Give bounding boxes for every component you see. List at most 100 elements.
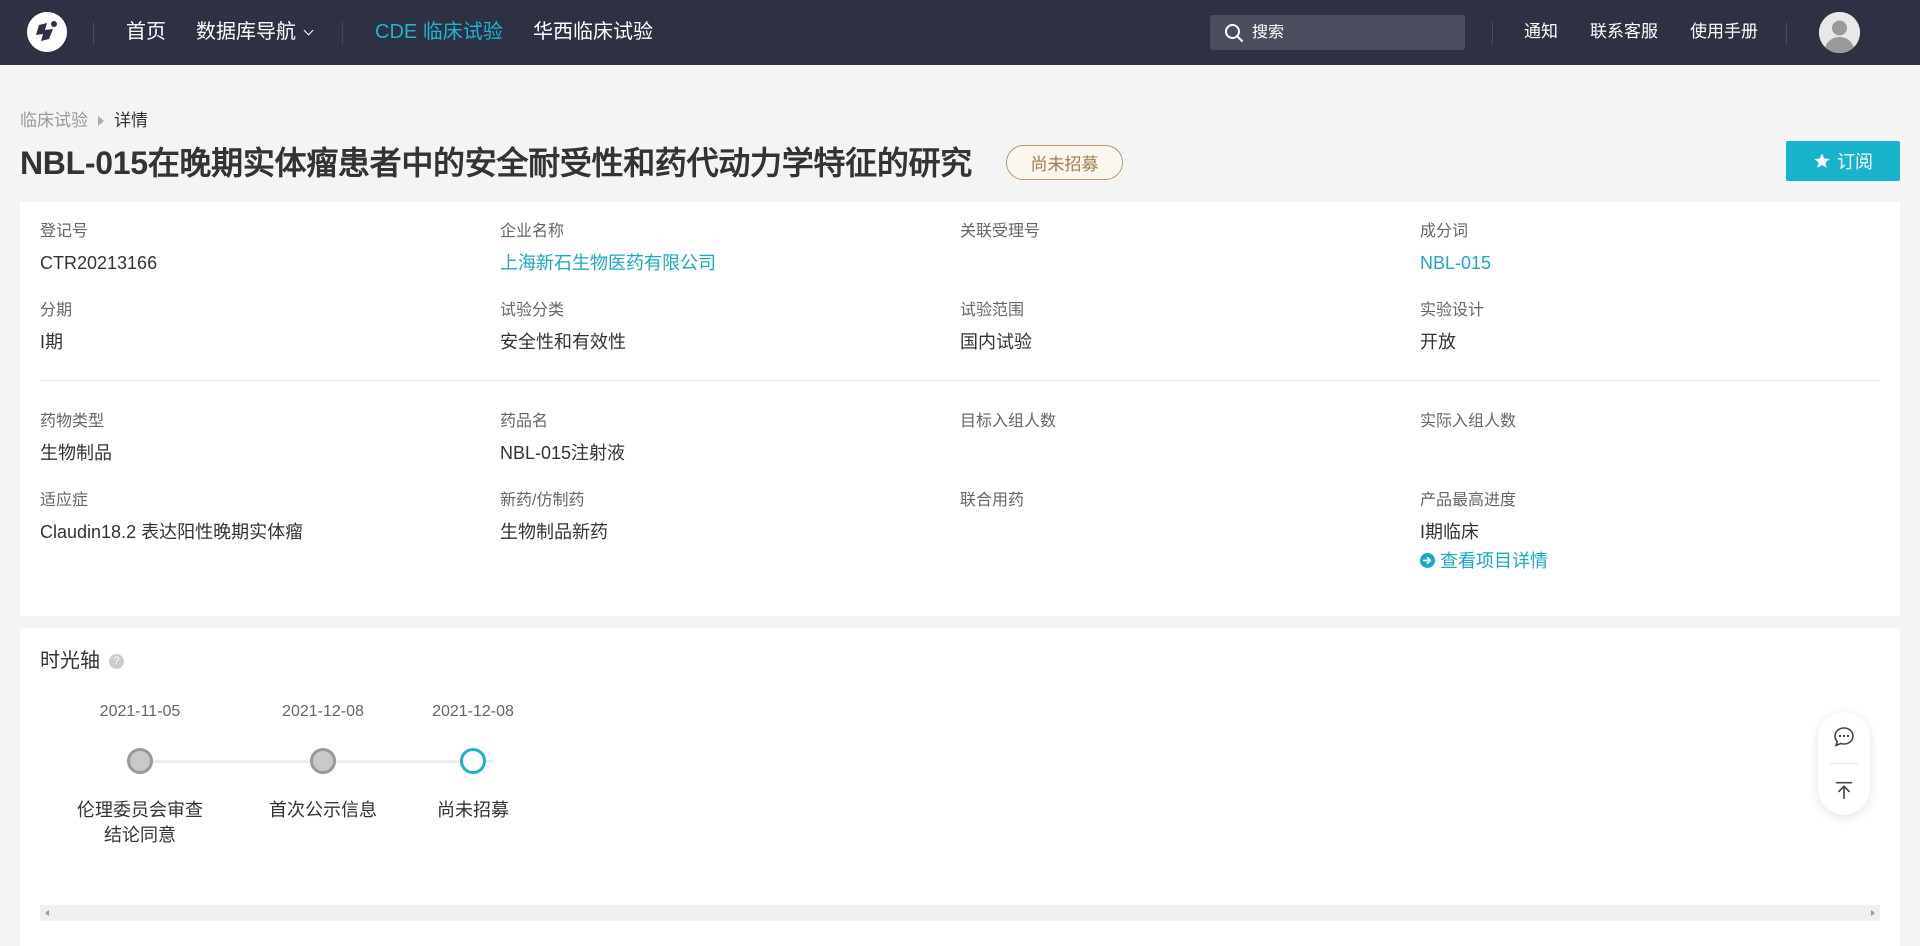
toolbar-divider: [1830, 763, 1858, 764]
field-target-enroll: 目标入组人数: [960, 412, 1056, 442]
timeline-node[interactable]: [310, 748, 336, 774]
field-label: 分期: [40, 302, 73, 319]
timeline-label: 首次公示信息: [248, 798, 398, 823]
timeline-label-line: 结论同意: [104, 825, 176, 845]
field-drug-name: 药品名 NBL-015注射液: [500, 412, 625, 464]
timeline-date: 2021-12-08: [282, 703, 364, 720]
field-trial-type: 试验分类 安全性和有效性: [500, 301, 626, 353]
field-value: I期: [40, 332, 64, 352]
field-combo: 联合用药: [960, 491, 1024, 521]
top-nav: 首页 数据库导航 CDE 临床试验 华西临床试验 通知 联系客服 使用手册: [0, 0, 1920, 65]
nav-divider: [342, 22, 343, 44]
back-to-top-icon: [1835, 781, 1853, 800]
field-label: 登记号: [40, 223, 89, 240]
field-value: 生物制品: [40, 443, 112, 463]
user-avatar-icon[interactable]: [1819, 12, 1860, 53]
view-project-detail-label: 查看项目详情: [1440, 551, 1548, 571]
section-divider: [40, 380, 1880, 381]
field-indication: 适应症 Claudin18.2 表达阳性晚期实体瘤: [40, 491, 303, 543]
breadcrumb-current: 详情: [114, 111, 148, 130]
field-label: 企业名称: [500, 223, 565, 240]
field-value: 国内试验: [960, 332, 1032, 352]
breadcrumb: 临床试验 详情: [20, 110, 148, 132]
field-design: 实验设计 开放: [1420, 301, 1484, 353]
field-label: 药物类型: [40, 413, 105, 430]
scroll-right-icon[interactable]: [1871, 910, 1875, 916]
field-actual-enroll: 实际入组人数: [1420, 412, 1516, 442]
nav-notifications[interactable]: 通知: [1524, 21, 1558, 43]
field-value: 安全性和有效性: [500, 332, 626, 352]
field-label: 实际入组人数: [1420, 413, 1517, 430]
field-max-progress: 产品最高进度 I期临床 查看项目详情: [1420, 491, 1548, 573]
floating-toolbar: [1818, 712, 1870, 815]
help-icon[interactable]: ?: [109, 653, 124, 669]
nav-database-label: 数据库导航: [196, 21, 296, 43]
field-label: 成分词: [1420, 223, 1469, 240]
nav-divider: [93, 22, 94, 44]
nav-divider: [1492, 22, 1493, 44]
star-icon: [1814, 153, 1830, 168]
field-value: 开放: [1420, 332, 1456, 352]
search-box[interactable]: [1210, 15, 1465, 50]
field-label: 新药/仿制药: [500, 492, 585, 509]
field-label: 试验范围: [960, 302, 1025, 319]
company-link[interactable]: 上海新石生物医药有限公司: [500, 252, 716, 274]
logo-icon[interactable]: [27, 12, 67, 52]
timeline-label-line: 首次公示信息: [269, 800, 377, 820]
field-phase: 分期 I期: [40, 301, 72, 353]
nav-cde-trials[interactable]: CDE 临床试验: [375, 19, 503, 45]
field-reg-no: 登记号 CTR20213166: [40, 222, 157, 274]
back-to-top-button[interactable]: [1818, 765, 1870, 815]
field-drug-type: 药物类型 生物制品: [40, 412, 112, 464]
timeline-date: 2021-11-05: [99, 703, 181, 720]
chat-icon: [1834, 727, 1854, 747]
timeline-date: 2021-12-08: [432, 703, 514, 720]
nav-database[interactable]: 数据库导航: [196, 19, 314, 45]
timeline-label: 尚未招募: [398, 798, 548, 823]
search-icon: [1225, 23, 1243, 42]
nav-home[interactable]: 首页: [126, 19, 166, 45]
timeline-title: 时光轴 ?: [40, 648, 124, 674]
field-label: 联合用药: [960, 492, 1025, 509]
field-company: 企业名称 上海新石生物医药有限公司: [500, 222, 716, 274]
chevron-down-icon: [303, 25, 314, 36]
field-value: I期临床: [1420, 522, 1480, 542]
timeline-node-current[interactable]: [460, 748, 486, 774]
field-ingredient: 成分词 NBL-015: [1420, 222, 1491, 274]
scroll-left-icon[interactable]: [45, 910, 49, 916]
chat-button[interactable]: [1818, 712, 1870, 762]
caret-right-icon: [98, 116, 104, 126]
field-label: 产品最高进度: [1420, 492, 1517, 509]
timeline-node[interactable]: [127, 748, 153, 774]
field-label: 试验分类: [500, 302, 565, 319]
timeline-label-line: 伦理委员会审查: [77, 800, 203, 820]
timeline-title-text: 时光轴: [40, 650, 100, 672]
nav-divider: [1786, 22, 1787, 44]
timeline-label-line: 尚未招募: [437, 800, 509, 820]
field-label: 药品名: [500, 413, 549, 430]
subscribe-label: 订阅: [1837, 152, 1873, 172]
status-badge: 尚未招募: [1006, 145, 1123, 180]
field-value: Claudin18.2 表达阳性晚期实体瘤: [40, 522, 304, 542]
field-label: 实验设计: [1420, 302, 1485, 319]
nav-user-manual[interactable]: 使用手册: [1690, 21, 1758, 43]
breadcrumb-trials[interactable]: 临床试验: [20, 110, 88, 132]
field-label: 目标入组人数: [960, 413, 1057, 430]
field-value: NBL-015注射液: [500, 443, 626, 463]
timeline-label: 伦理委员会审查 结论同意: [65, 798, 215, 848]
timeline-card: 时光轴 ? 2021-11-05 伦理委员会审查 结论同意 2021-12-08…: [20, 628, 1900, 946]
horizontal-scrollbar[interactable]: [40, 905, 1880, 921]
trial-info-card: 登记号 CTR20213166 企业名称 上海新石生物医药有限公司 关联受理号 …: [20, 202, 1900, 616]
field-label: 关联受理号: [960, 223, 1041, 240]
search-input[interactable]: [1252, 23, 1452, 42]
field-value: 生物制品新药: [500, 522, 608, 542]
nav-huaxi-trials[interactable]: 华西临床试验: [533, 19, 653, 45]
view-project-detail-link[interactable]: 查看项目详情: [1420, 547, 1548, 573]
nav-customer-service[interactable]: 联系客服: [1590, 21, 1658, 43]
ingredient-link[interactable]: NBL-015: [1420, 252, 1491, 274]
field-value: CTR20213166: [40, 253, 158, 273]
subscribe-button[interactable]: 订阅: [1786, 141, 1900, 181]
page-title: NBL-015在晚期实体瘤患者中的安全耐受性和药代动力学特征的研究: [20, 145, 972, 181]
field-new-generic: 新药/仿制药 生物制品新药: [500, 491, 608, 543]
field-scope: 试验范围 国内试验: [960, 301, 1032, 353]
